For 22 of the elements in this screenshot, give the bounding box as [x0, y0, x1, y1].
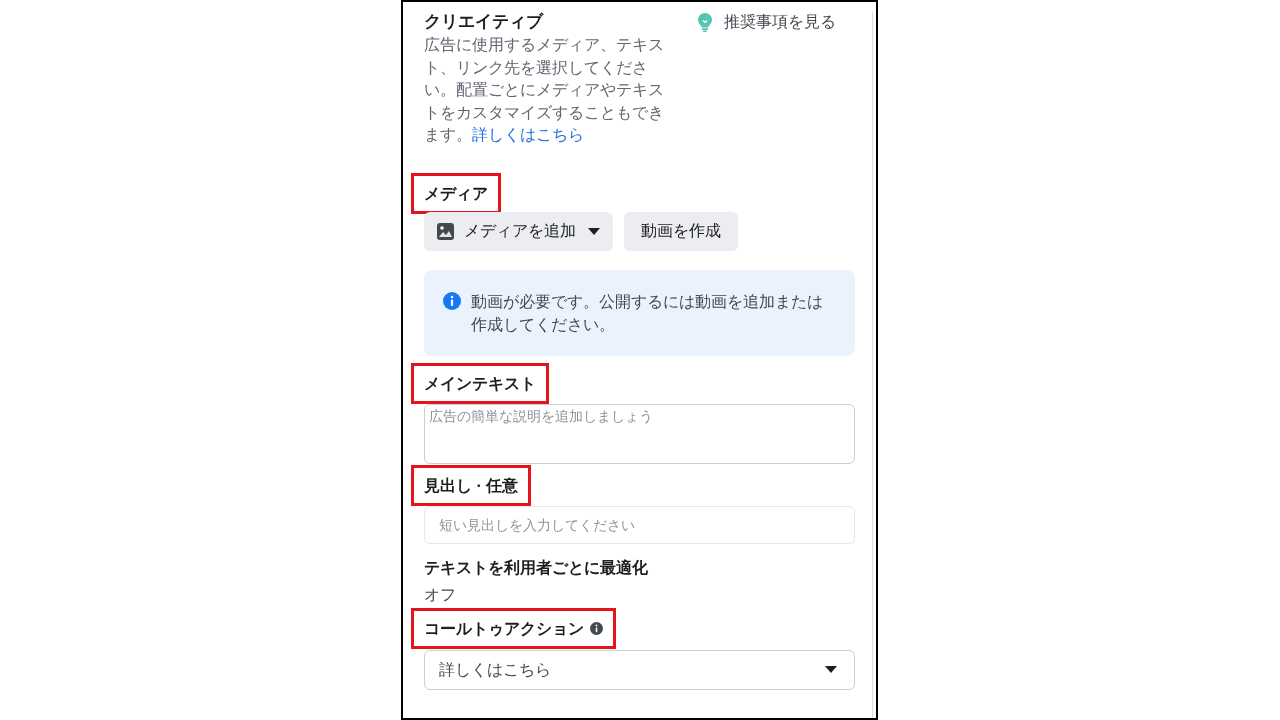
setting-value: オフ — [424, 584, 456, 605]
notice-text: 動画が必要です。公開するには動画を追加または作成してください。 — [471, 291, 824, 335]
input-field[interactable]: 短い見出しを入力してください — [424, 505, 855, 544]
section-title: クリエイティブ — [424, 11, 545, 33]
dropdown-select[interactable]: 詳しくはこちら — [424, 649, 855, 690]
field-label: メディア — [424, 183, 488, 204]
image-icon — [437, 222, 454, 240]
recommendations-link[interactable]: 推奨事項を見る — [698, 10, 836, 34]
text-area[interactable]: 広告の簡単な説明を追加しましょう — [424, 403, 855, 464]
field-label: コールトゥアクション — [424, 618, 584, 639]
lightbulb-icon — [698, 12, 712, 32]
caret-icon — [588, 227, 600, 235]
info-icon[interactable] — [590, 621, 603, 635]
caret-icon — [825, 666, 837, 673]
info-icon — [443, 292, 461, 310]
create-video-button[interactable]: 動画を作成 — [624, 211, 738, 251]
learn-more-link[interactable]: 詳しくはこちら — [472, 126, 584, 143]
description-text: 広告に使用するメディア、テキスト、リンク先を選択してください。配置ごとにメディアやテキストをカスタマイズすることもできます。詳しくはこちら — [424, 35, 665, 145]
field-label: 見出し · 任意 — [424, 475, 519, 496]
field-label: メインテキスト — [424, 373, 536, 394]
field-label: テキストを利用者ごとに最適化 — [424, 557, 648, 578]
add-media-button[interactable]: メディアを追加 — [424, 211, 613, 251]
